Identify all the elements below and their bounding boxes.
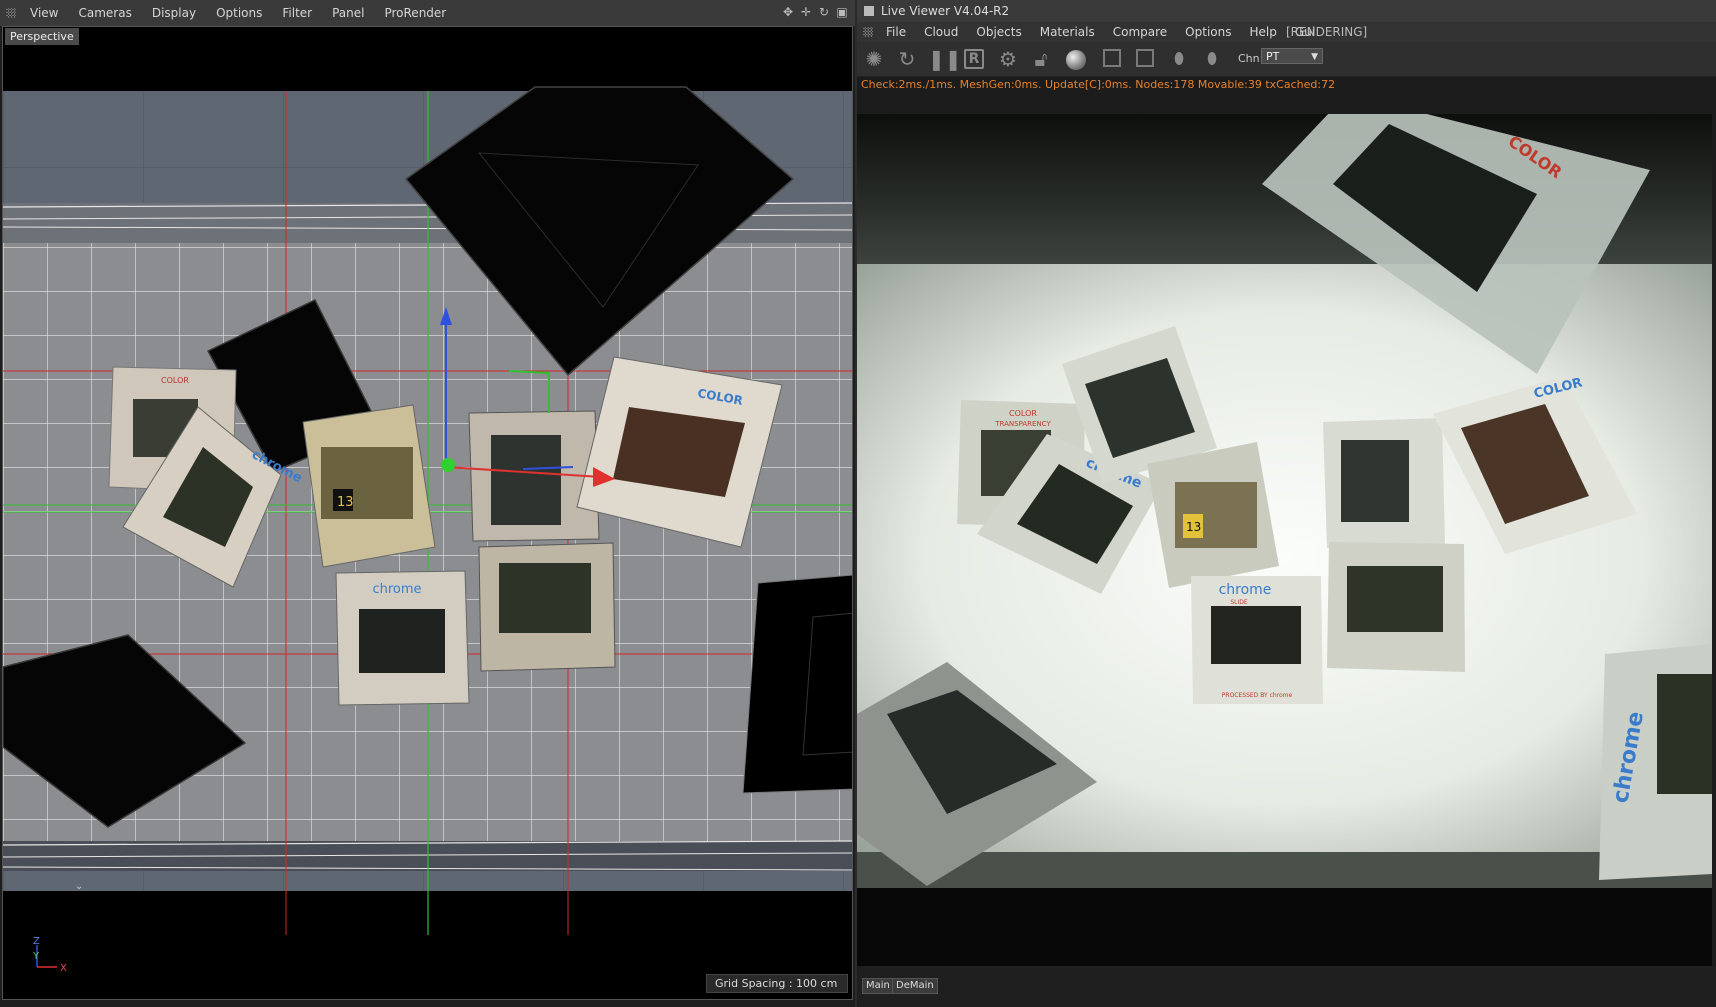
- window-title: Live Viewer V4.04-R2: [881, 4, 1010, 18]
- material-pick-icon[interactable]: ⬮: [1199, 46, 1225, 72]
- slide-bottom-center[interactable]: [478, 542, 616, 672]
- render-slide-label: COLOR: [1009, 409, 1037, 418]
- render-slide-label: PROCESSED BY chrome: [1222, 692, 1293, 699]
- channel-select[interactable]: PT ▼: [1261, 48, 1323, 64]
- slide-chrome-car[interactable]: chrome: [335, 570, 470, 706]
- live-viewer-menu: File Cloud Objects Materials Compare Opt…: [877, 22, 1324, 42]
- menu-filter[interactable]: Filter: [272, 0, 322, 26]
- menu-panel[interactable]: Panel: [322, 0, 374, 26]
- menu-view[interactable]: View: [20, 0, 68, 26]
- viewport-nav-icons: ✥ ✛ ↻ ▣: [781, 4, 849, 20]
- chevron-down-icon[interactable]: ⌄: [75, 881, 83, 892]
- live-viewer-titlebar: Live Viewer V4.04-R2: [857, 0, 1716, 23]
- menu-materials[interactable]: Materials: [1031, 22, 1104, 42]
- 3d-viewport[interactable]: COLOR chrome 13 COLOR chrome Z Y X ⌄ Per…: [2, 26, 853, 1000]
- viewport-scene[interactable]: COLOR chrome 13 COLOR chrome Z Y X ⌄: [3, 27, 853, 1000]
- render-view[interactable]: COLOR chrome COLOR TRANSPARENCY 13 COLOR…: [857, 114, 1712, 966]
- menu-display[interactable]: Display: [142, 0, 206, 26]
- render-slide-label: TRANSPARENCY: [994, 420, 1051, 428]
- channel-value: PT: [1266, 50, 1280, 63]
- render-slide-label: SLIDE: [1230, 599, 1248, 606]
- move-icon[interactable]: ✥: [781, 4, 795, 20]
- viewport-menu: View Cameras Display Options Filter Pane…: [20, 0, 456, 26]
- live-viewer-toolbar: ✺ ↻ ❚❚ R ⚙ 🔓︎ ⬮ ⬮ Chn: PT ▼: [857, 42, 1716, 77]
- slide-label: chrome: [372, 582, 421, 597]
- grid-spacing-label: Grid Spacing : 100 cm: [706, 974, 848, 993]
- focus-pick-icon[interactable]: ⬮: [1166, 46, 1192, 72]
- restart-icon[interactable]: ✺: [861, 46, 887, 72]
- tab-demain[interactable]: DeMain: [892, 978, 938, 994]
- live-viewer-bottom-bar: Main DeMain: [857, 966, 1716, 1007]
- axis-y-label: Y: [32, 951, 40, 962]
- menu-options[interactable]: Options: [206, 0, 272, 26]
- slide-mesh-right[interactable]: [742, 574, 853, 794]
- rotate-icon[interactable]: ↻: [817, 4, 831, 20]
- pause-icon[interactable]: ❚❚: [928, 46, 962, 72]
- menu-help[interactable]: Help: [1240, 22, 1285, 42]
- tab-main[interactable]: Main: [862, 978, 894, 994]
- render-slide-right: chrome: [1599, 644, 1712, 880]
- channel-label: Chn:: [1238, 52, 1264, 65]
- render-scene: COLOR chrome COLOR TRANSPARENCY 13 COLOR…: [857, 114, 1712, 966]
- menu-cloud[interactable]: Cloud: [915, 22, 967, 42]
- slide-numbered[interactable]: 13: [302, 404, 436, 568]
- refresh-icon[interactable]: ↻: [894, 46, 920, 72]
- axis-x-label: X: [60, 963, 67, 974]
- grip-icon[interactable]: [863, 27, 873, 37]
- menu-file[interactable]: File: [877, 22, 915, 42]
- viewport-panel: View Cameras Display Options Filter Pane…: [0, 0, 855, 1007]
- render-slide-center-right: [1323, 418, 1445, 548]
- render-slide-numbered: 13: [1147, 442, 1279, 588]
- maximize-icon[interactable]: ▣: [835, 4, 849, 20]
- window-icon[interactable]: [864, 6, 874, 16]
- region-render-icon[interactable]: R: [961, 46, 987, 72]
- frame-icon[interactable]: [1099, 46, 1125, 72]
- live-viewer-panel: Live Viewer V4.04-R2 File Cloud Objects …: [857, 0, 1716, 1007]
- slide-label: COLOR: [161, 376, 189, 385]
- frame-compare-icon[interactable]: [1132, 46, 1158, 72]
- render-status: [RENDERING]: [1286, 25, 1368, 39]
- material-ball-icon[interactable]: [1066, 50, 1086, 70]
- settings-icon[interactable]: ⚙: [995, 46, 1021, 72]
- zoom-icon[interactable]: ✛: [799, 4, 813, 20]
- render-stats: Check:2ms./1ms. MeshGen:0ms. Update[C]:0…: [861, 78, 1336, 91]
- chevron-down-icon: ▼: [1311, 52, 1318, 62]
- camera-label[interactable]: Perspective: [5, 28, 79, 45]
- render-slide-label: chrome: [1219, 582, 1272, 598]
- axis-z-label: Z: [33, 936, 40, 947]
- menu-compare[interactable]: Compare: [1104, 22, 1176, 42]
- grip-icon[interactable]: [6, 8, 16, 18]
- menu-objects[interactable]: Objects: [967, 22, 1030, 42]
- render-slide-chrome-car: chrome SLIDE PROCESSED BY chrome: [1191, 576, 1323, 704]
- menu-options[interactable]: Options: [1176, 22, 1240, 42]
- render-slide-bottom-center: [1327, 542, 1465, 672]
- lock-icon[interactable]: 🔓︎: [1028, 46, 1054, 72]
- render-number-tag: 13: [1186, 520, 1201, 534]
- number-tag: 13: [337, 495, 354, 510]
- live-viewer-menubar: File Cloud Objects Materials Compare Opt…: [857, 22, 1716, 42]
- viewport-menubar: View Cameras Display Options Filter Pane…: [0, 0, 855, 27]
- menu-cameras[interactable]: Cameras: [68, 0, 141, 26]
- menu-prorender[interactable]: ProRender: [374, 0, 456, 26]
